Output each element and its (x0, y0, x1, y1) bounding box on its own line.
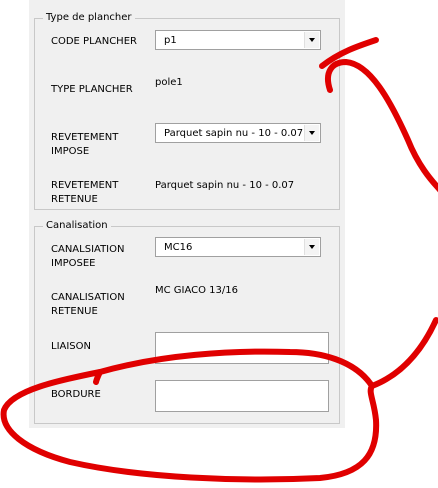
canalisation-legend: Canalisation (43, 219, 111, 233)
revetement-impose-label-line1: REVETEMENT (51, 132, 119, 143)
revetement-retenue-label-line2: RETENUE (51, 194, 98, 205)
canalisation-retenue-label-line1: CANALISATION (51, 292, 125, 303)
revetement-impose-label-line2: IMPOSE (51, 146, 90, 157)
form-panel: Type de plancher CODE PLANCHER p1 TYPE P… (29, 0, 345, 428)
type-plancher-label: TYPE PLANCHER (51, 84, 133, 95)
canalisation-retenue-label-line2: RETENUE (51, 306, 98, 317)
bordure-input[interactable] (155, 380, 329, 412)
revetement-retenue-label-line1: REVETEMENT (51, 180, 119, 191)
revetement-impose-combobox[interactable]: Parquet sapin nu - 10 - 0.07 (155, 123, 321, 143)
chevron-down-icon[interactable] (304, 125, 319, 141)
code-plancher-combobox[interactable]: p1 (155, 30, 321, 50)
type-plancher-group: Type de plancher CODE PLANCHER p1 TYPE P… (34, 11, 340, 210)
liaison-label: LIAISON (51, 341, 92, 352)
canalisation-imposee-value: MC16 (164, 242, 193, 253)
chevron-down-icon[interactable] (304, 239, 319, 255)
liaison-input[interactable] (155, 332, 329, 364)
revetement-impose-value: Parquet sapin nu - 10 - 0.07 (164, 128, 304, 139)
code-plancher-label: CODE PLANCHER (51, 36, 137, 47)
canalisation-imposee-label-line2: IMPOSEE (51, 258, 96, 269)
canalisation-retenue-value: MC GIACO 13/16 (155, 285, 239, 296)
canalisation-group: Canalisation CANALSIATION IMPOSEE MC16 C… (34, 219, 340, 424)
code-plancher-value: p1 (164, 35, 177, 46)
type-plancher-value: pole1 (155, 77, 183, 88)
bordure-label: BORDURE (51, 389, 101, 400)
chevron-down-icon[interactable] (304, 32, 319, 48)
canalisation-imposee-combobox[interactable]: MC16 (155, 237, 321, 257)
revetement-retenue-value: Parquet sapin nu - 10 - 0.07 (155, 180, 295, 191)
canalisation-imposee-label-line1: CANALSIATION (51, 244, 125, 255)
type-plancher-legend: Type de plancher (43, 11, 135, 25)
